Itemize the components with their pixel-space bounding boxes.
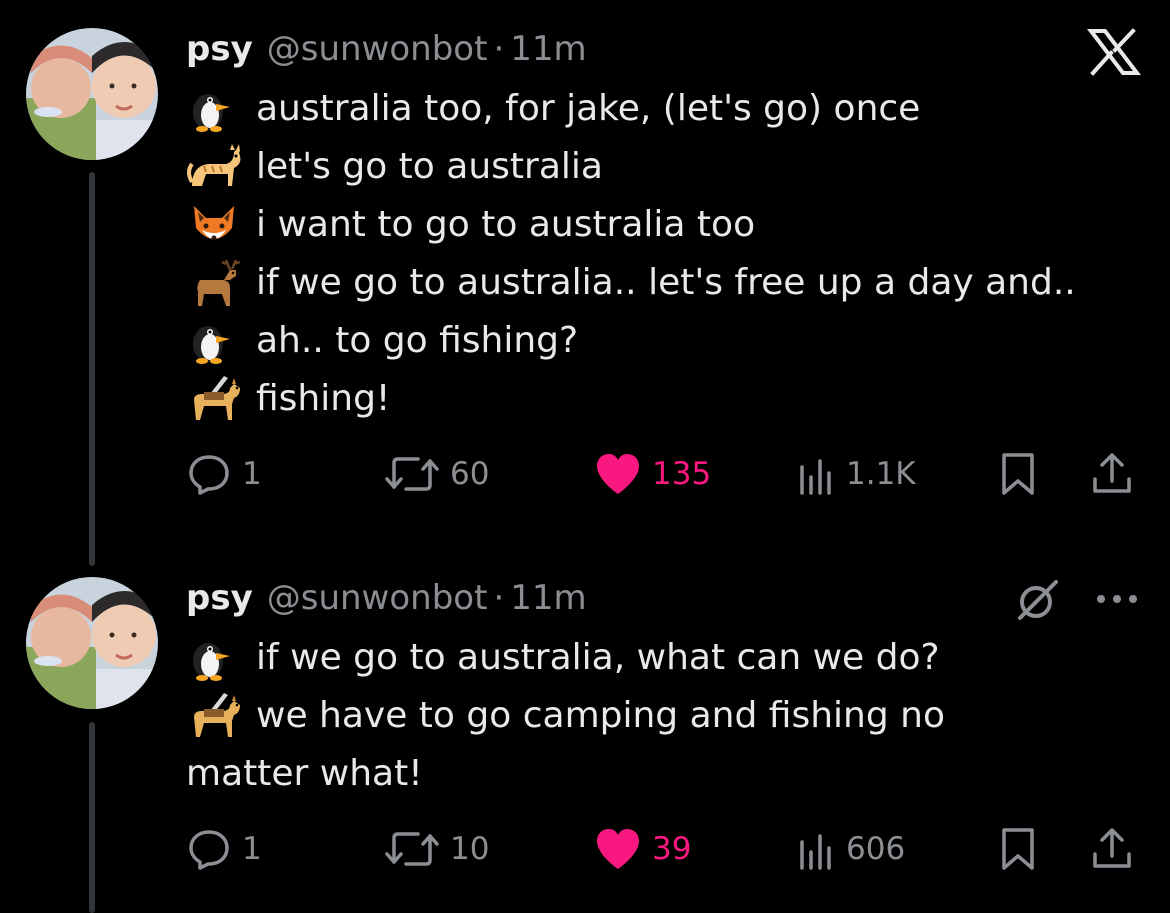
tweet-actions: 1 10 39 606 xyxy=(186,824,1146,874)
share-button[interactable] xyxy=(1089,449,1135,499)
grok-icon[interactable] xyxy=(1014,576,1062,624)
thread-line-1 xyxy=(89,172,95,566)
dialogue-line: we have to go camping and fishing no xyxy=(186,687,945,745)
avatar[interactable] xyxy=(26,577,158,709)
dialogue-line: if we go to australia.. let's free up a … xyxy=(186,254,1076,312)
guide-dog-icon xyxy=(186,691,242,741)
line-text: i want to go to australia too xyxy=(256,204,756,245)
penguin-icon xyxy=(186,84,242,134)
reply-count: 1 xyxy=(242,831,262,867)
tweet-header: psy @sunwonbot · 11m xyxy=(186,573,587,623)
views-icon xyxy=(800,834,831,870)
reply-button[interactable]: 1 xyxy=(186,824,262,874)
more-options-icon[interactable] xyxy=(1092,584,1142,614)
like-button[interactable]: 39 xyxy=(594,824,691,874)
heart-filled-icon xyxy=(597,454,639,494)
repost-button[interactable]: 60 xyxy=(384,449,489,499)
dialogue-line: australia too, for jake, (let's go) once xyxy=(186,80,1076,138)
reply-count: 1 xyxy=(242,456,262,492)
avatar[interactable] xyxy=(26,28,158,160)
handle[interactable]: @sunwonbot xyxy=(267,578,488,618)
penguin-icon xyxy=(186,633,242,683)
view-count: 606 xyxy=(846,831,906,867)
bookmark-icon xyxy=(1002,828,1034,870)
bookmark-icon xyxy=(1002,453,1034,495)
repost-icon xyxy=(385,832,439,866)
handle[interactable]: @sunwonbot xyxy=(267,29,488,69)
dialogue-line: i want to go to australia too xyxy=(186,196,1076,254)
dialogue-line: ah.. to go fishing? xyxy=(186,312,1076,370)
views-button[interactable]: 1.1K xyxy=(794,449,916,499)
share-icon xyxy=(1093,453,1131,493)
repost-count: 10 xyxy=(450,831,490,867)
line-text: we have to go camping and fishing no xyxy=(256,695,945,736)
timestamp[interactable]: 11m xyxy=(510,29,586,69)
timestamp[interactable]: 11m xyxy=(510,578,586,618)
fox-icon xyxy=(186,200,242,250)
display-name[interactable]: psy xyxy=(186,29,253,69)
display-name[interactable]: psy xyxy=(186,578,253,618)
thread-line-2 xyxy=(89,722,95,913)
separator-dot: · xyxy=(493,29,505,69)
line-text: ah.. to go fishing? xyxy=(256,320,579,361)
separator-dot: · xyxy=(493,578,505,618)
dialogue-line: if we go to australia, what can we do? xyxy=(186,629,945,687)
line-text: fishing! xyxy=(256,378,391,419)
tweet-header: psy @sunwonbot · 11m xyxy=(186,24,587,74)
reply-button[interactable]: 1 xyxy=(186,449,262,499)
like-count: 39 xyxy=(652,831,692,867)
like-button[interactable]: 135 xyxy=(594,449,711,499)
view-count: 1.1K xyxy=(846,456,916,492)
views-button[interactable]: 606 xyxy=(794,824,905,874)
views-icon xyxy=(800,459,831,495)
repost-button[interactable]: 10 xyxy=(384,824,489,874)
share-button[interactable] xyxy=(1089,824,1135,874)
line-text: let's go to australia xyxy=(256,146,603,187)
share-icon xyxy=(1093,828,1131,868)
line-text: if we go to australia, what can we do? xyxy=(256,637,940,678)
repost-icon xyxy=(385,457,439,491)
guide-dog-icon xyxy=(186,374,242,424)
dialogue-line: fishing! xyxy=(186,370,1076,428)
cat-icon xyxy=(186,142,242,192)
heart-filled-icon xyxy=(597,829,639,869)
line-text: australia too, for jake, (let's go) once xyxy=(256,88,921,129)
line-continuation: matter what! xyxy=(186,753,423,794)
penguin-icon xyxy=(186,316,242,366)
tweet-text: if we go to australia, what can we do? w… xyxy=(186,629,945,803)
reply-icon xyxy=(189,830,229,870)
reply-icon xyxy=(189,455,229,495)
tweet-text: australia too, for jake, (let's go) once… xyxy=(186,80,1076,428)
dialogue-line: let's go to australia xyxy=(186,138,1076,196)
deer-icon xyxy=(186,258,242,308)
bookmark-button[interactable] xyxy=(998,824,1038,874)
x-logo-icon[interactable] xyxy=(1085,27,1142,77)
like-count: 135 xyxy=(652,456,712,492)
tweet-actions: 1 60 135 1.1K xyxy=(186,449,1146,499)
line-text: if we go to australia.. let's free up a … xyxy=(256,262,1076,303)
bookmark-button[interactable] xyxy=(998,449,1038,499)
repost-count: 60 xyxy=(450,456,490,492)
